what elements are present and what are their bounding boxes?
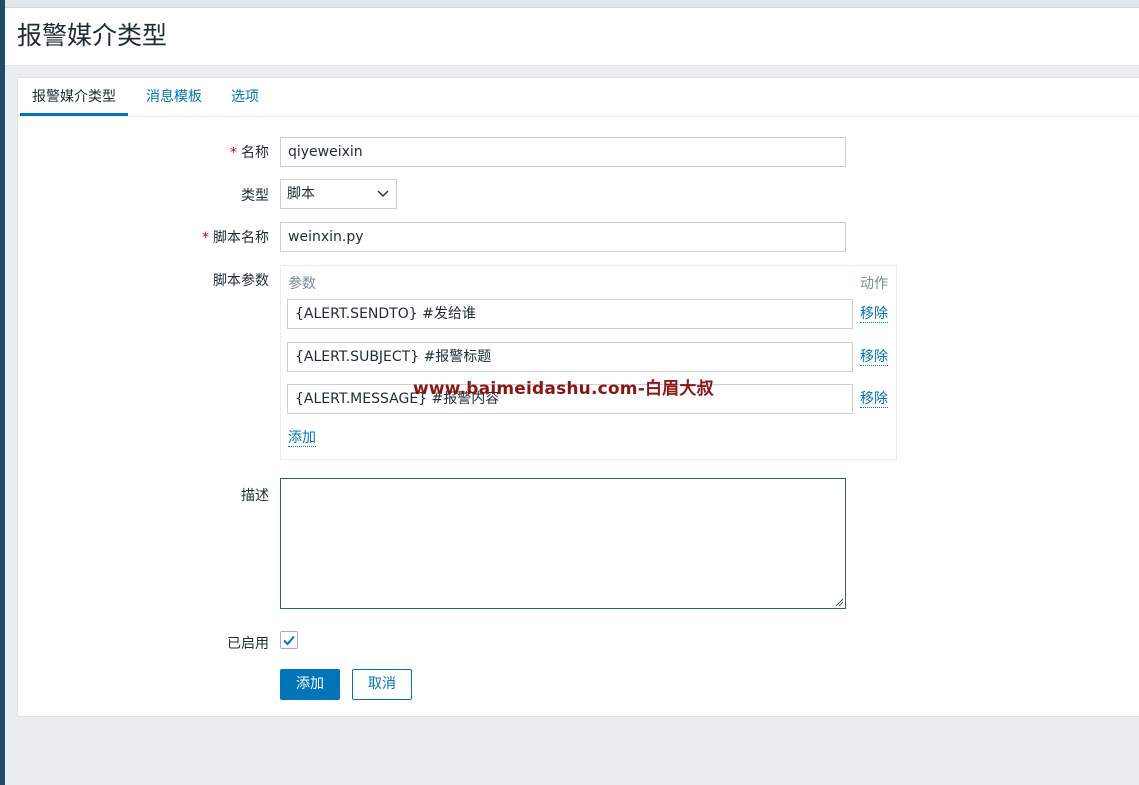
resize-handle-icon[interactable] <box>834 597 844 607</box>
action-column-header: 动作 <box>860 276 888 292</box>
required-marker: * <box>202 230 209 246</box>
script-name-label: * 脚本名称 <box>202 230 269 246</box>
script-params-label: 脚本参数 <box>213 273 269 289</box>
tab-media-type[interactable]: 报警媒介类型 <box>20 78 128 116</box>
chevron-down-icon <box>377 190 389 197</box>
enabled-checkbox[interactable] <box>280 631 298 649</box>
name-label: * 名称 <box>230 145 269 161</box>
type-label: 类型 <box>241 188 269 204</box>
type-select[interactable]: 脚本 <box>280 179 397 209</box>
page-header: 报警媒介类型 <box>5 8 1139 66</box>
tab-options[interactable]: 选项 <box>219 78 271 116</box>
watermark-text: www.baimeidashu.com-白眉大叔 <box>413 379 714 399</box>
top-strip <box>5 0 1139 8</box>
remove-param-link[interactable]: 移除 <box>860 391 888 408</box>
left-sidebar-edge <box>0 0 5 785</box>
type-select-value: 脚本 <box>287 186 315 202</box>
remove-param-link[interactable]: 移除 <box>860 349 888 366</box>
script-param-input[interactable]: {ALERT.SUBJECT} #报警标题 <box>287 342 853 372</box>
remove-param-link[interactable]: 移除 <box>860 306 888 323</box>
add-param-link[interactable]: 添加 <box>288 430 316 447</box>
add-button[interactable]: 添加 <box>280 669 340 700</box>
script-name-input[interactable] <box>280 222 846 252</box>
page-title: 报警媒介类型 <box>17 21 168 50</box>
params-column-header: 参数 <box>288 276 316 292</box>
tab-bar: 报警媒介类型 消息模板 选项 <box>18 78 1139 117</box>
checkmark-icon <box>283 635 295 646</box>
description-label: 描述 <box>241 488 269 504</box>
form-panel: 报警媒介类型 消息模板 选项 *名称 类型 脚本 *脚本名称 脚本参数 参数 动… <box>17 77 1139 717</box>
name-input[interactable] <box>280 137 846 167</box>
cancel-button[interactable]: 取消 <box>352 669 412 700</box>
tab-message-templates[interactable]: 消息模板 <box>134 78 214 116</box>
script-params-table: 参数 动作 {ALERT.SENDTO} #发给谁 移除 {ALERT.SUBJ… <box>280 265 897 460</box>
required-marker: * <box>230 145 237 161</box>
description-textarea[interactable] <box>280 478 846 609</box>
enabled-label: 已启用 <box>227 636 269 652</box>
script-param-input[interactable]: {ALERT.SENDTO} #发给谁 <box>287 299 853 329</box>
